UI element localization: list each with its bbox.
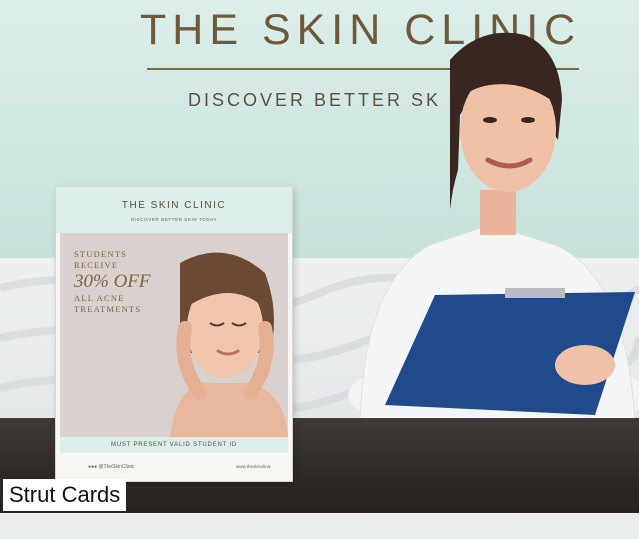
strut-card-footer: MUST PRESENT VALID STUDENT ID bbox=[60, 437, 288, 453]
offer-line-1: STUDENTS bbox=[74, 249, 128, 259]
strut-card-tagline: DISCOVER BETTER SKIN TODAY bbox=[130, 217, 218, 222]
offer-line-2: RECEIVE bbox=[74, 260, 119, 270]
offer-line-5: TREATMENTS bbox=[74, 304, 142, 314]
offer-line-4: ALL ACNE bbox=[74, 293, 125, 303]
product-photo: THE SKIN CLINIC DISCOVER BETTER SK THE S… bbox=[0, 0, 639, 539]
strut-card-offer: STUDENTS RECEIVE 30% OFF ALL ACNE TREATM… bbox=[74, 249, 151, 315]
social-handle-text: @TheSkinClinic bbox=[98, 464, 135, 470]
strut-card: THE SKIN CLINIC DISCOVER BETTER SKIN TOD… bbox=[55, 186, 293, 482]
image-caption: Strut Cards bbox=[3, 479, 127, 511]
receptionist-figure bbox=[348, 32, 639, 420]
strut-card-social-handle: ●●● @TheSkinClinic bbox=[88, 464, 134, 470]
offer-discount: 30% OFF bbox=[74, 271, 151, 292]
strut-card-website: www.theskinclinic bbox=[236, 464, 272, 469]
floor bbox=[0, 513, 639, 539]
social-icons: ●●● bbox=[88, 464, 99, 470]
strut-card-title: THE SKIN CLINIC bbox=[121, 200, 227, 211]
